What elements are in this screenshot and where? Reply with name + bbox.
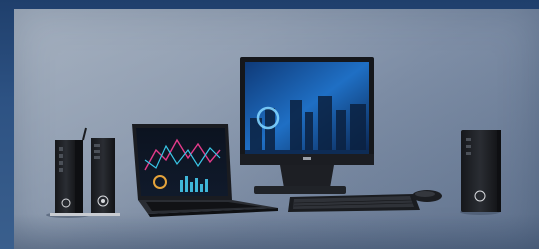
mouse-icon <box>412 190 442 202</box>
product-lineup-image <box>0 0 539 249</box>
all-in-one-desktop-icon <box>240 57 374 194</box>
thin-client-left-icon <box>46 127 90 218</box>
keyboard-icon <box>288 194 420 212</box>
micro-desktop-icon <box>460 130 501 215</box>
devices-illustration <box>46 57 501 218</box>
thin-client-right-icon <box>86 138 120 216</box>
